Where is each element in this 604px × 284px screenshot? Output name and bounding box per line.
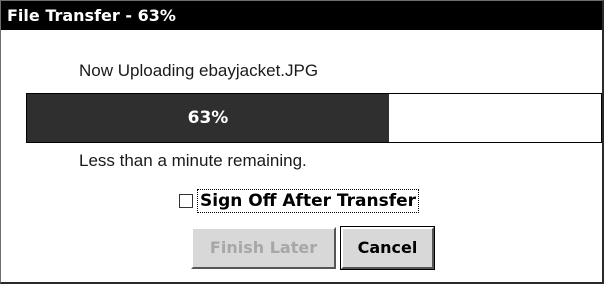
sign-off-checkbox-option[interactable]: Sign Off After Transfer xyxy=(179,189,420,213)
sign-off-checkbox[interactable] xyxy=(179,194,193,208)
upload-status-text: Now Uploading ebayjacket.JPG xyxy=(79,61,319,80)
time-remaining-text: Less than a minute remaining. xyxy=(79,151,307,170)
cancel-button[interactable]: Cancel xyxy=(340,226,435,270)
sign-off-label[interactable]: Sign Off After Transfer xyxy=(197,189,420,213)
finish-later-button[interactable]: Finish Later xyxy=(191,227,336,269)
dialog-title: File Transfer - 63% xyxy=(1,1,602,30)
progress-bar: 63% xyxy=(26,93,602,143)
file-transfer-dialog: File Transfer - 63% Now Uploading ebayja… xyxy=(0,0,604,284)
progress-percent-label: 63% xyxy=(187,108,229,128)
